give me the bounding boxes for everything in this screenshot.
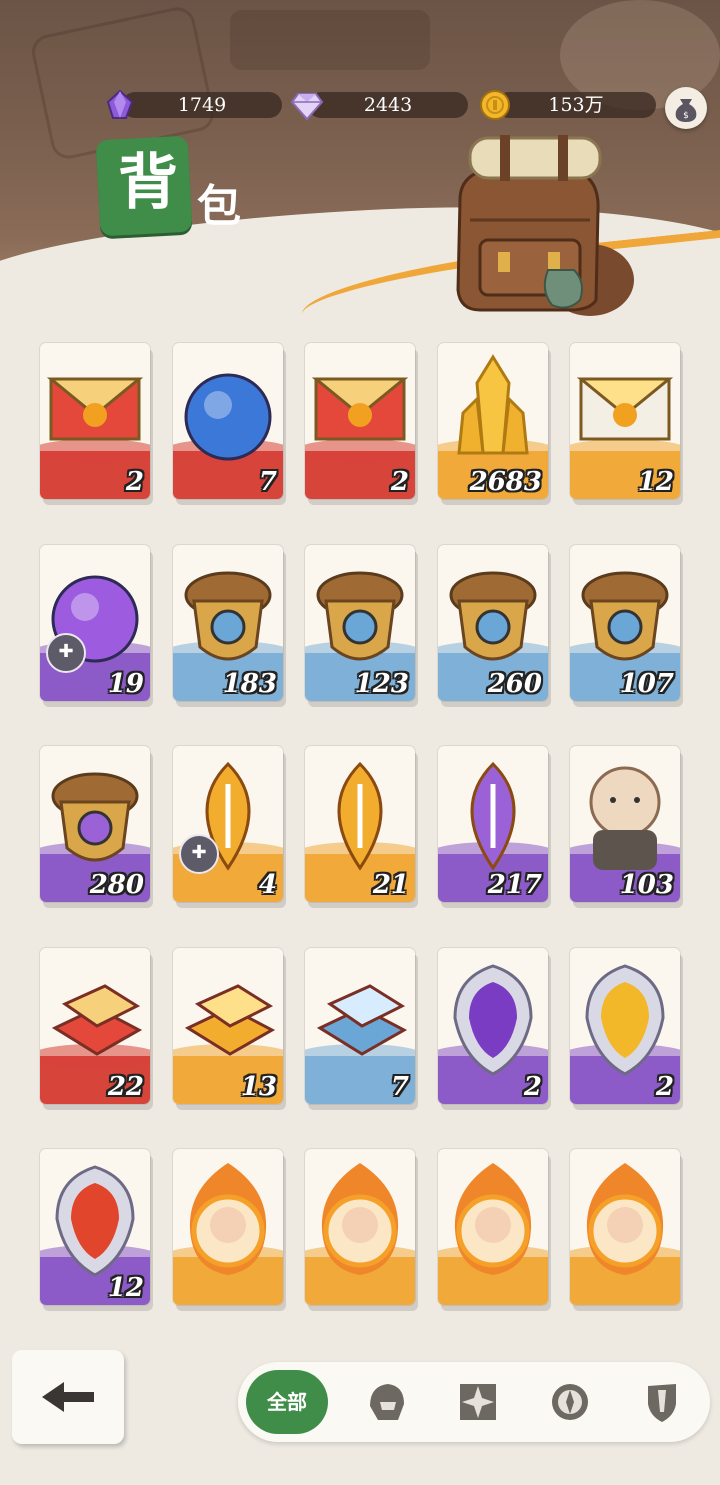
orange-seed-icon (337, 761, 383, 871)
blue-orb-icon (184, 373, 272, 461)
red-envelope-letter-icon (46, 377, 144, 441)
purple-crystal-icon (106, 89, 134, 119)
helmet-icon[interactable] (360, 1376, 412, 1428)
gold-crystal-icon (457, 354, 529, 455)
item-count: 107 (619, 669, 674, 699)
hamster-doll-icon (589, 766, 661, 870)
inventory-item[interactable]: 7 (173, 343, 283, 499)
puzzle-fragment-icon: ✚ (46, 633, 86, 673)
inventory-item[interactable]: 2 (40, 343, 150, 499)
acorn-star-icon (581, 571, 669, 661)
currency-value: 1749 (177, 94, 227, 116)
inventory-item[interactable]: 103 (570, 746, 680, 902)
white-envelope-letter-icon (576, 377, 674, 441)
acorn-leaf-icon (449, 571, 537, 661)
item-count: 103 (619, 870, 674, 900)
inventory-item[interactable]: 217 (438, 746, 548, 902)
gold-star-shield-icon (585, 964, 665, 1076)
svg-text:$: $ (683, 111, 689, 121)
currency-diamond: 2443 (308, 92, 468, 118)
diamond-icon (290, 93, 324, 121)
item-count: 260 (487, 669, 542, 699)
item-count: 7 (390, 1072, 409, 1102)
fire-shield-icon (55, 1165, 135, 1277)
item-count: 217 (487, 870, 542, 900)
inventory-item[interactable]: 12 (570, 343, 680, 499)
background-decoration (230, 10, 430, 70)
inventory-item[interactable]: 7 (305, 948, 415, 1104)
page-title-secondary: 包 (197, 181, 241, 232)
gold-coin-icon (480, 90, 510, 120)
acorn-diamond-icon (51, 772, 139, 862)
inventory-item[interactable]: 2 (438, 948, 548, 1104)
page-title-main: 背 (118, 148, 178, 218)
item-count: 123 (354, 669, 409, 699)
inventory-item[interactable]: ✚ 19 (40, 545, 150, 701)
title-dots: •••••• (110, 244, 170, 255)
tab-all[interactable]: 全部 (246, 1370, 328, 1434)
item-count: 183 (222, 669, 277, 699)
back-arrow-icon (42, 1382, 94, 1412)
inventory-item[interactable] (438, 1149, 548, 1305)
item-count: 2 (125, 467, 144, 497)
inventory-item[interactable]: 21 (305, 746, 415, 902)
acorn-target-icon (316, 571, 404, 661)
copper-ingot-icon (316, 984, 408, 1056)
inventory-item[interactable]: 2 (305, 343, 415, 499)
shield-sword-icon[interactable] (636, 1376, 688, 1428)
item-count: 2 (390, 467, 409, 497)
red-ingot-icon (51, 984, 143, 1056)
back-button[interactable] (12, 1350, 124, 1444)
currency-value: 2443 (363, 94, 413, 116)
item-count: 7 (258, 467, 277, 497)
inventory-item[interactable]: 13 (173, 948, 283, 1104)
item-count: 2 (655, 1072, 674, 1102)
item-count: 2683 (469, 467, 542, 497)
currency-purple-crystal: 1749 (122, 92, 282, 118)
item-count: 22 (107, 1072, 144, 1102)
brown-envelope-letter-icon (311, 377, 409, 441)
inventory-item[interactable]: 22 (40, 948, 150, 1104)
fire-portrait-red-hair-icon (454, 1163, 532, 1275)
inventory-item[interactable] (173, 1149, 283, 1305)
money-bag-button[interactable]: $ (665, 87, 707, 129)
fire-portrait-beast-icon (321, 1163, 399, 1275)
purple-chain-shield-icon (453, 964, 533, 1076)
inventory-item[interactable] (305, 1149, 415, 1305)
fire-portrait-pink-hair-icon (189, 1163, 267, 1275)
backpack-icon (456, 135, 634, 316)
money-bag-icon: $ (675, 99, 697, 122)
currency-gold-coin: 153万 (496, 92, 656, 118)
item-count: 280 (89, 870, 144, 900)
item-count: 19 (107, 669, 144, 699)
inventory-item[interactable]: 123 (305, 545, 415, 701)
item-count: 2 (523, 1072, 542, 1102)
inventory-item[interactable]: ✚ 4 (173, 746, 283, 902)
category-tab-bar: 全部 (238, 1362, 710, 1442)
compass-star-icon[interactable] (452, 1376, 504, 1428)
acorn-eye-icon (184, 571, 272, 661)
item-count: 13 (240, 1072, 277, 1102)
item-count: 4 (258, 870, 277, 900)
gold-ingot-icon (184, 984, 276, 1056)
currency-value: 153万 (548, 94, 604, 116)
item-count: 12 (107, 1273, 144, 1303)
inventory-item[interactable]: 2 (570, 948, 680, 1104)
item-count: 21 (372, 870, 409, 900)
inventory-item[interactable]: 12 (40, 1149, 150, 1305)
inventory-item[interactable]: 280 (40, 746, 150, 902)
compass-icon[interactable] (544, 1376, 596, 1428)
inventory-item[interactable]: 2683 (438, 343, 548, 499)
inventory-item[interactable]: 260 (438, 545, 548, 701)
blue-seed-icon (470, 761, 516, 871)
puzzle-fragment-icon: ✚ (179, 834, 219, 874)
inventory-item[interactable]: 107 (570, 545, 680, 701)
inventory-item[interactable]: 183 (173, 545, 283, 701)
item-count: 12 (637, 467, 674, 497)
fire-portrait-ghost-icon (586, 1163, 664, 1275)
inventory-item[interactable] (570, 1149, 680, 1305)
